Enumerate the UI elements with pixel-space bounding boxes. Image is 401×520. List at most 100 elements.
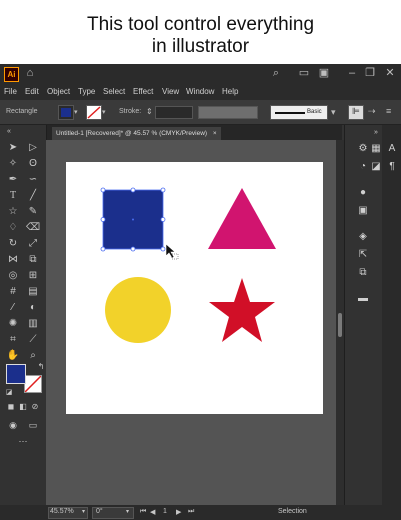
brush-definition-dropdown[interactable]: Basic (270, 105, 328, 120)
fill-dropdown-icon[interactable]: ▾ (74, 108, 78, 116)
eyedropper-tool-icon[interactable]: ⁄ (6, 302, 20, 314)
pink-triangle[interactable] (208, 188, 276, 249)
artboards-icon[interactable]: ⧉ (356, 267, 370, 279)
paragraph-panel-icon[interactable]: ¶ (385, 161, 399, 173)
selection-tool-icon[interactable]: ➤ (6, 142, 20, 154)
magic-wand-tool-icon[interactable]: ✧ (6, 158, 20, 170)
shape-builder-tool-icon[interactable]: ◎ (6, 270, 20, 282)
resize-handle[interactable] (100, 187, 106, 193)
draw-mode-icon[interactable]: ◉ (6, 419, 20, 431)
first-artboard-icon[interactable]: ⏮ (140, 508, 146, 516)
direct-selection-tool-icon[interactable]: ▷ (26, 142, 40, 154)
default-colors-icon[interactable]: ◪ (2, 387, 16, 399)
artboard-tool-icon[interactable]: ⌗ (6, 334, 20, 346)
resize-handle[interactable] (160, 217, 166, 222)
search-icon[interactable]: ⌕ (270, 67, 282, 79)
free-transform-tool-icon[interactable]: ⧉ (26, 254, 40, 266)
menu-edit[interactable]: Edit (25, 87, 39, 96)
dock-collapse-icon[interactable]: » (369, 127, 383, 139)
properties-icon[interactable]: ⚙ (356, 143, 370, 155)
artboard-number[interactable]: 1 (163, 508, 167, 515)
hand-tool-icon[interactable]: ✋ (6, 350, 20, 362)
arrange-documents-icon[interactable]: ▭ (298, 67, 310, 79)
paintbrush-tool-icon[interactable]: ✎ (26, 206, 40, 218)
zoom-dropdown-icon[interactable]: ▾ (82, 508, 85, 515)
menu-file[interactable]: File (4, 87, 17, 96)
rotation-dropdown-icon[interactable]: ▾ (126, 508, 129, 515)
line-tool-icon[interactable]: ╱ (26, 190, 40, 202)
none-mode-icon[interactable]: ⊘ (28, 401, 42, 413)
canvas-area[interactable] (46, 140, 336, 505)
resize-handle[interactable] (160, 187, 166, 193)
stroke-color-swatch[interactable] (24, 375, 42, 393)
width-tool-icon[interactable]: ⋈ (6, 254, 20, 266)
appearance-icon[interactable]: ● (356, 187, 370, 199)
edit-toolbar-icon[interactable]: ⋯ (16, 435, 30, 447)
star-tool-icon[interactable]: ☆ (6, 206, 20, 218)
menu-effect[interactable]: Effect (133, 87, 153, 96)
home-icon[interactable]: ⌂ (24, 67, 36, 79)
panel-collapse-icon[interactable]: « (2, 126, 16, 138)
yellow-circle[interactable] (105, 277, 171, 343)
red-star[interactable] (209, 278, 275, 342)
libraries-icon[interactable]: ▦ (369, 143, 383, 155)
document-tab[interactable]: Untitled-1 [Recovered]* @ 45.57 % (CMYK/… (52, 127, 221, 140)
resize-handle[interactable] (160, 246, 166, 252)
align-panel-icon[interactable]: ⊫ (348, 105, 364, 120)
layers-icon[interactable]: ◈ (356, 231, 370, 243)
slice-tool-icon[interactable]: ⟋ (26, 334, 40, 346)
more-options-icon[interactable]: ≡ (386, 106, 391, 116)
menu-object[interactable]: Object (47, 87, 70, 96)
perspective-grid-tool-icon[interactable]: ⊞ (26, 270, 40, 282)
close-icon[interactable]: ✕ (384, 67, 396, 79)
resize-handle[interactable] (130, 246, 136, 252)
color-panel-icon[interactable]: ◔ (356, 161, 370, 173)
resize-handle[interactable] (100, 217, 106, 222)
menu-select[interactable]: Select (103, 87, 125, 96)
next-artboard-icon[interactable]: ▶ (176, 508, 181, 516)
stroke-weight-stepper[interactable]: ⇕ (146, 107, 153, 116)
color-guide-icon[interactable]: ◪ (369, 161, 383, 173)
export-icon[interactable]: ⇱ (356, 249, 370, 261)
menu-type[interactable]: Type (78, 87, 95, 96)
minimize-icon[interactable]: – (346, 67, 358, 79)
vertical-scrollbar[interactable] (336, 140, 344, 505)
workspace-icon[interactable]: ▣ (318, 67, 330, 79)
stroke-swatch[interactable] (86, 105, 102, 120)
rotate-tool-icon[interactable]: ↻ (6, 238, 20, 250)
curvature-tool-icon[interactable]: ∽ (26, 174, 40, 186)
stroke-dropdown-icon[interactable]: ▾ (102, 108, 106, 116)
previous-artboard-icon[interactable]: ◀ (150, 508, 155, 516)
character-panel-icon[interactable]: A (385, 143, 399, 155)
symbol-sprayer-tool-icon[interactable]: ✺ (6, 318, 20, 330)
fill-color-swatch[interactable] (6, 364, 26, 384)
artboard[interactable] (66, 162, 323, 414)
graphic-styles-icon[interactable]: ▣ (356, 205, 370, 217)
fill-swatch[interactable] (58, 105, 74, 120)
menu-window[interactable]: Window (186, 87, 214, 96)
stroke-weight-field[interactable] (155, 106, 193, 119)
close-tab-icon[interactable]: × (213, 130, 217, 137)
mesh-tool-icon[interactable]: # (6, 286, 20, 298)
last-artboard-icon[interactable]: ⏭ (188, 508, 194, 516)
gradient-tool-icon[interactable]: ▤ (26, 286, 40, 298)
lasso-tool-icon[interactable]: ʘ (26, 158, 40, 170)
menu-view[interactable]: View (162, 87, 179, 96)
restore-icon[interactable]: ❐ (364, 67, 376, 79)
pen-tool-icon[interactable]: ✒ (6, 174, 20, 186)
eraser-tool-icon[interactable]: ⌫ (26, 222, 40, 234)
column-graph-tool-icon[interactable]: ▥ (26, 318, 40, 330)
shaper-tool-icon[interactable]: ♢ (6, 222, 20, 234)
comments-icon[interactable]: ▬ (356, 293, 370, 305)
resize-handle[interactable] (100, 246, 106, 252)
menu-help[interactable]: Help (222, 87, 238, 96)
scale-tool-icon[interactable]: ⤢ (26, 238, 40, 250)
brush-dropdown-icon[interactable]: ▾ (331, 107, 336, 118)
screen-mode-icon[interactable]: ▭ (26, 419, 40, 431)
resize-handle[interactable] (130, 187, 136, 193)
type-tool-icon[interactable]: T (6, 190, 20, 202)
transform-icon[interactable]: ⇢ (368, 106, 376, 117)
blend-tool-icon[interactable]: ◐ (26, 302, 40, 314)
scrollbar-thumb[interactable] (338, 313, 342, 337)
variable-width-profile[interactable] (198, 106, 258, 119)
